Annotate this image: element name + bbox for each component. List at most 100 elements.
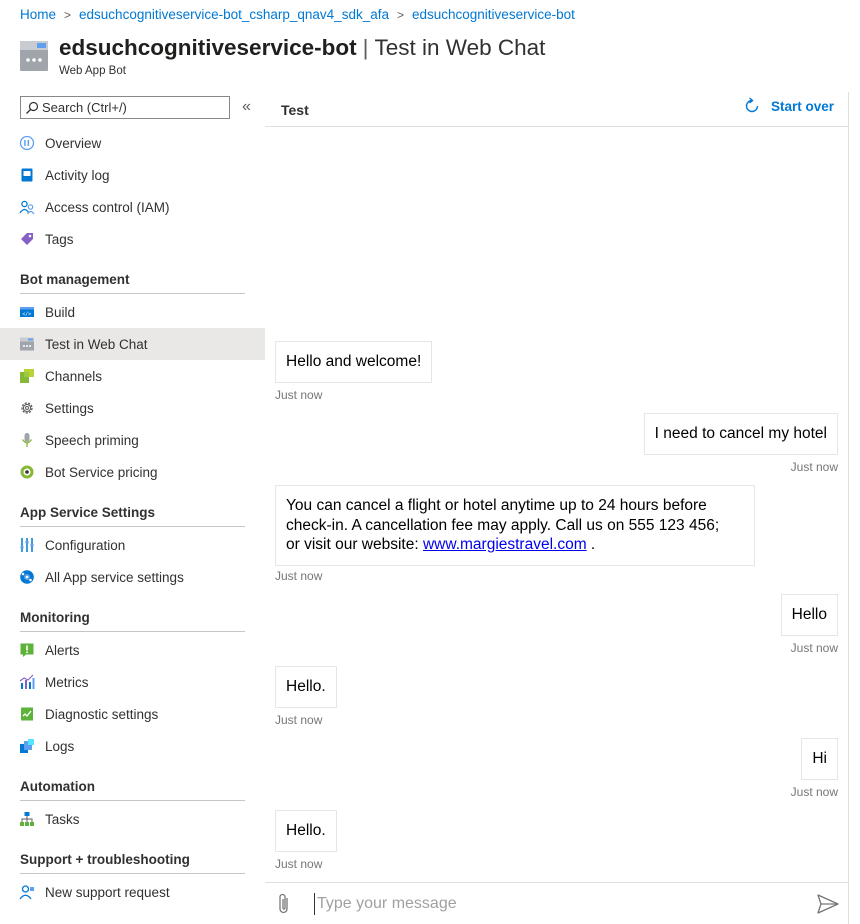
sidebar-item-label: Tasks xyxy=(45,811,80,827)
app-service-icon xyxy=(19,569,35,585)
search-icon xyxy=(26,101,39,114)
bot-message-line: or visit our website: www.margiestravel.… xyxy=(286,535,744,555)
bot-message: Hello. xyxy=(275,666,337,708)
bot-message: Hello and welcome! xyxy=(275,341,433,383)
sidebar-item-label: Channels xyxy=(45,368,103,384)
section-bot-management: Bot management xyxy=(20,272,245,294)
bot-message-line: check-in. A cancellation fee may apply. … xyxy=(286,516,720,534)
bot-message-line: You can cancel a flight or hotel anytime… xyxy=(286,497,707,514)
sidebar-item-label: Overview xyxy=(45,135,102,151)
sidebar-item-label: Bot Service pricing xyxy=(45,464,158,480)
sidebar-item-settings[interactable]: Settings xyxy=(0,392,265,424)
diagnostic-icon xyxy=(19,706,35,722)
user-message: I need to cancel my hotel xyxy=(643,413,838,455)
resource-name: edsuchcognitiveservice-bot xyxy=(59,35,357,60)
section-app-service-settings: App Service Settings xyxy=(20,505,245,527)
sidebar-item-label: Tags xyxy=(45,231,74,247)
chat-transcript[interactable]: Hello and welcome! Just now I need to ca… xyxy=(265,127,848,882)
resource-type: Web App Bot xyxy=(59,65,126,77)
message-timestamp: Just now xyxy=(275,388,323,402)
refresh-icon xyxy=(745,97,759,113)
sidebar-item-label: Settings xyxy=(45,400,94,416)
sidebar-item-iam[interactable]: Access control (IAM) xyxy=(0,191,265,223)
sidebar-item-label: Configuration xyxy=(45,537,126,553)
web-chat-icon xyxy=(19,336,35,352)
panel-right-border xyxy=(848,92,849,924)
sidebar-item-speech-priming[interactable]: Speech priming xyxy=(0,424,265,456)
sidebar-item-overview[interactable]: Overview xyxy=(0,127,265,159)
sidebar-item-label: Test in Web Chat xyxy=(45,336,148,352)
sidebar-item-channels[interactable]: Channels xyxy=(0,360,265,392)
section-monitoring: Monitoring xyxy=(20,610,245,632)
chevron-right-icon: > xyxy=(64,7,72,22)
channels-icon xyxy=(19,368,35,384)
alert-icon xyxy=(19,642,35,658)
sidebar-item-all-app-service-settings[interactable]: All App service settings xyxy=(0,561,265,593)
user-message: Hi xyxy=(801,738,838,780)
pricing-icon xyxy=(19,464,35,480)
sidebar-item-test-in-web-chat[interactable]: Test in Web Chat xyxy=(0,328,265,360)
overview-icon xyxy=(19,135,35,151)
page-title: edsuchcognitiveservice-bot | Test in Web C… xyxy=(59,34,545,62)
sidebar-item-bot-service-pricing[interactable]: Bot Service pricing xyxy=(0,456,265,488)
sidebar-item-tasks[interactable]: Tasks xyxy=(0,803,265,835)
website-link[interactable]: www.margiestravel.com xyxy=(423,536,587,553)
panel-header: Test Start over xyxy=(265,92,848,127)
start-over-label: Start over xyxy=(770,98,834,114)
attachment-icon[interactable] xyxy=(276,892,292,921)
message-input[interactable] xyxy=(314,893,794,915)
sidebar-item-build[interactable]: </> Build xyxy=(0,296,265,328)
sidebar-item-label: Logs xyxy=(45,738,75,754)
message-timestamp: Just now xyxy=(790,460,838,474)
message-timestamp: Just now xyxy=(275,569,323,583)
sidebar-item-diagnostic-settings[interactable]: Diagnostic settings xyxy=(0,698,265,730)
logs-icon xyxy=(19,738,35,754)
message-input-bar xyxy=(265,882,848,924)
svg-text:</>: </> xyxy=(22,312,31,318)
user-message: Hello xyxy=(780,594,838,636)
sidebar-item-metrics[interactable]: Metrics xyxy=(0,666,265,698)
message-timestamp: Just now xyxy=(790,641,838,655)
gear-icon xyxy=(19,400,35,416)
sidebar-item-logs[interactable]: Logs xyxy=(0,730,265,762)
bot-message: You can cancel a flight or hotel anytime… xyxy=(275,485,755,566)
sidebar-item-label: Diagnostic settings xyxy=(45,706,159,722)
web-app-bot-icon xyxy=(20,41,48,71)
panel-title: Test xyxy=(281,102,309,118)
sidebar-item-label: Speech priming xyxy=(45,432,139,448)
start-over-button[interactable]: Start over xyxy=(743,97,834,115)
breadcrumb-bot[interactable]: edsuchcognitiveservice-bot xyxy=(412,7,575,22)
breadcrumb: Home > edsuchcognitiveservice-bot_csharp… xyxy=(20,7,575,22)
message-timestamp: Just now xyxy=(790,785,838,799)
bot-message-text: or visit our website: xyxy=(286,536,423,553)
breadcrumb-resource-group[interactable]: edsuchcognitiveservice-bot_csharp_qnav4_… xyxy=(79,7,389,22)
sidebar-search-input[interactable]: Search (Ctrl+/) xyxy=(20,96,230,119)
activity-log-icon xyxy=(19,167,35,183)
iam-icon xyxy=(19,199,35,215)
build-icon: </> xyxy=(19,304,35,320)
section-support-troubleshooting: Support + troubleshooting xyxy=(20,852,245,874)
sidebar: Search (Ctrl+/) « Overview Activity log … xyxy=(0,92,265,924)
sidebar-item-label: Activity log xyxy=(45,167,110,183)
sidebar-item-label: Access control (IAM) xyxy=(45,199,170,215)
sidebar-item-new-support-request[interactable]: New support request xyxy=(0,876,265,908)
sidebar-item-tags[interactable]: Tags xyxy=(0,223,265,255)
section-automation: Automation xyxy=(20,779,245,801)
metrics-icon xyxy=(19,674,35,690)
chevron-right-icon: > xyxy=(396,7,404,22)
sidebar-item-label: Metrics xyxy=(45,674,89,690)
sidebar-item-activity-log[interactable]: Activity log xyxy=(0,159,265,191)
sidebar-item-alerts[interactable]: Alerts xyxy=(0,634,265,666)
tasks-icon xyxy=(19,811,35,827)
sidebar-item-configuration[interactable]: Configuration xyxy=(0,529,265,561)
blade-name: Test in Web Chat xyxy=(374,35,546,60)
send-icon[interactable] xyxy=(817,894,839,919)
sidebar-item-label: Alerts xyxy=(45,642,80,658)
breadcrumb-home[interactable]: Home xyxy=(20,7,56,22)
collapse-sidebar-button[interactable]: « xyxy=(242,98,251,116)
sidebar-item-label: Build xyxy=(45,304,76,320)
message-timestamp: Just now xyxy=(275,713,323,727)
message-timestamp: Just now xyxy=(275,857,323,871)
sidebar-item-label: New support request xyxy=(45,884,170,900)
configuration-icon xyxy=(19,537,35,553)
